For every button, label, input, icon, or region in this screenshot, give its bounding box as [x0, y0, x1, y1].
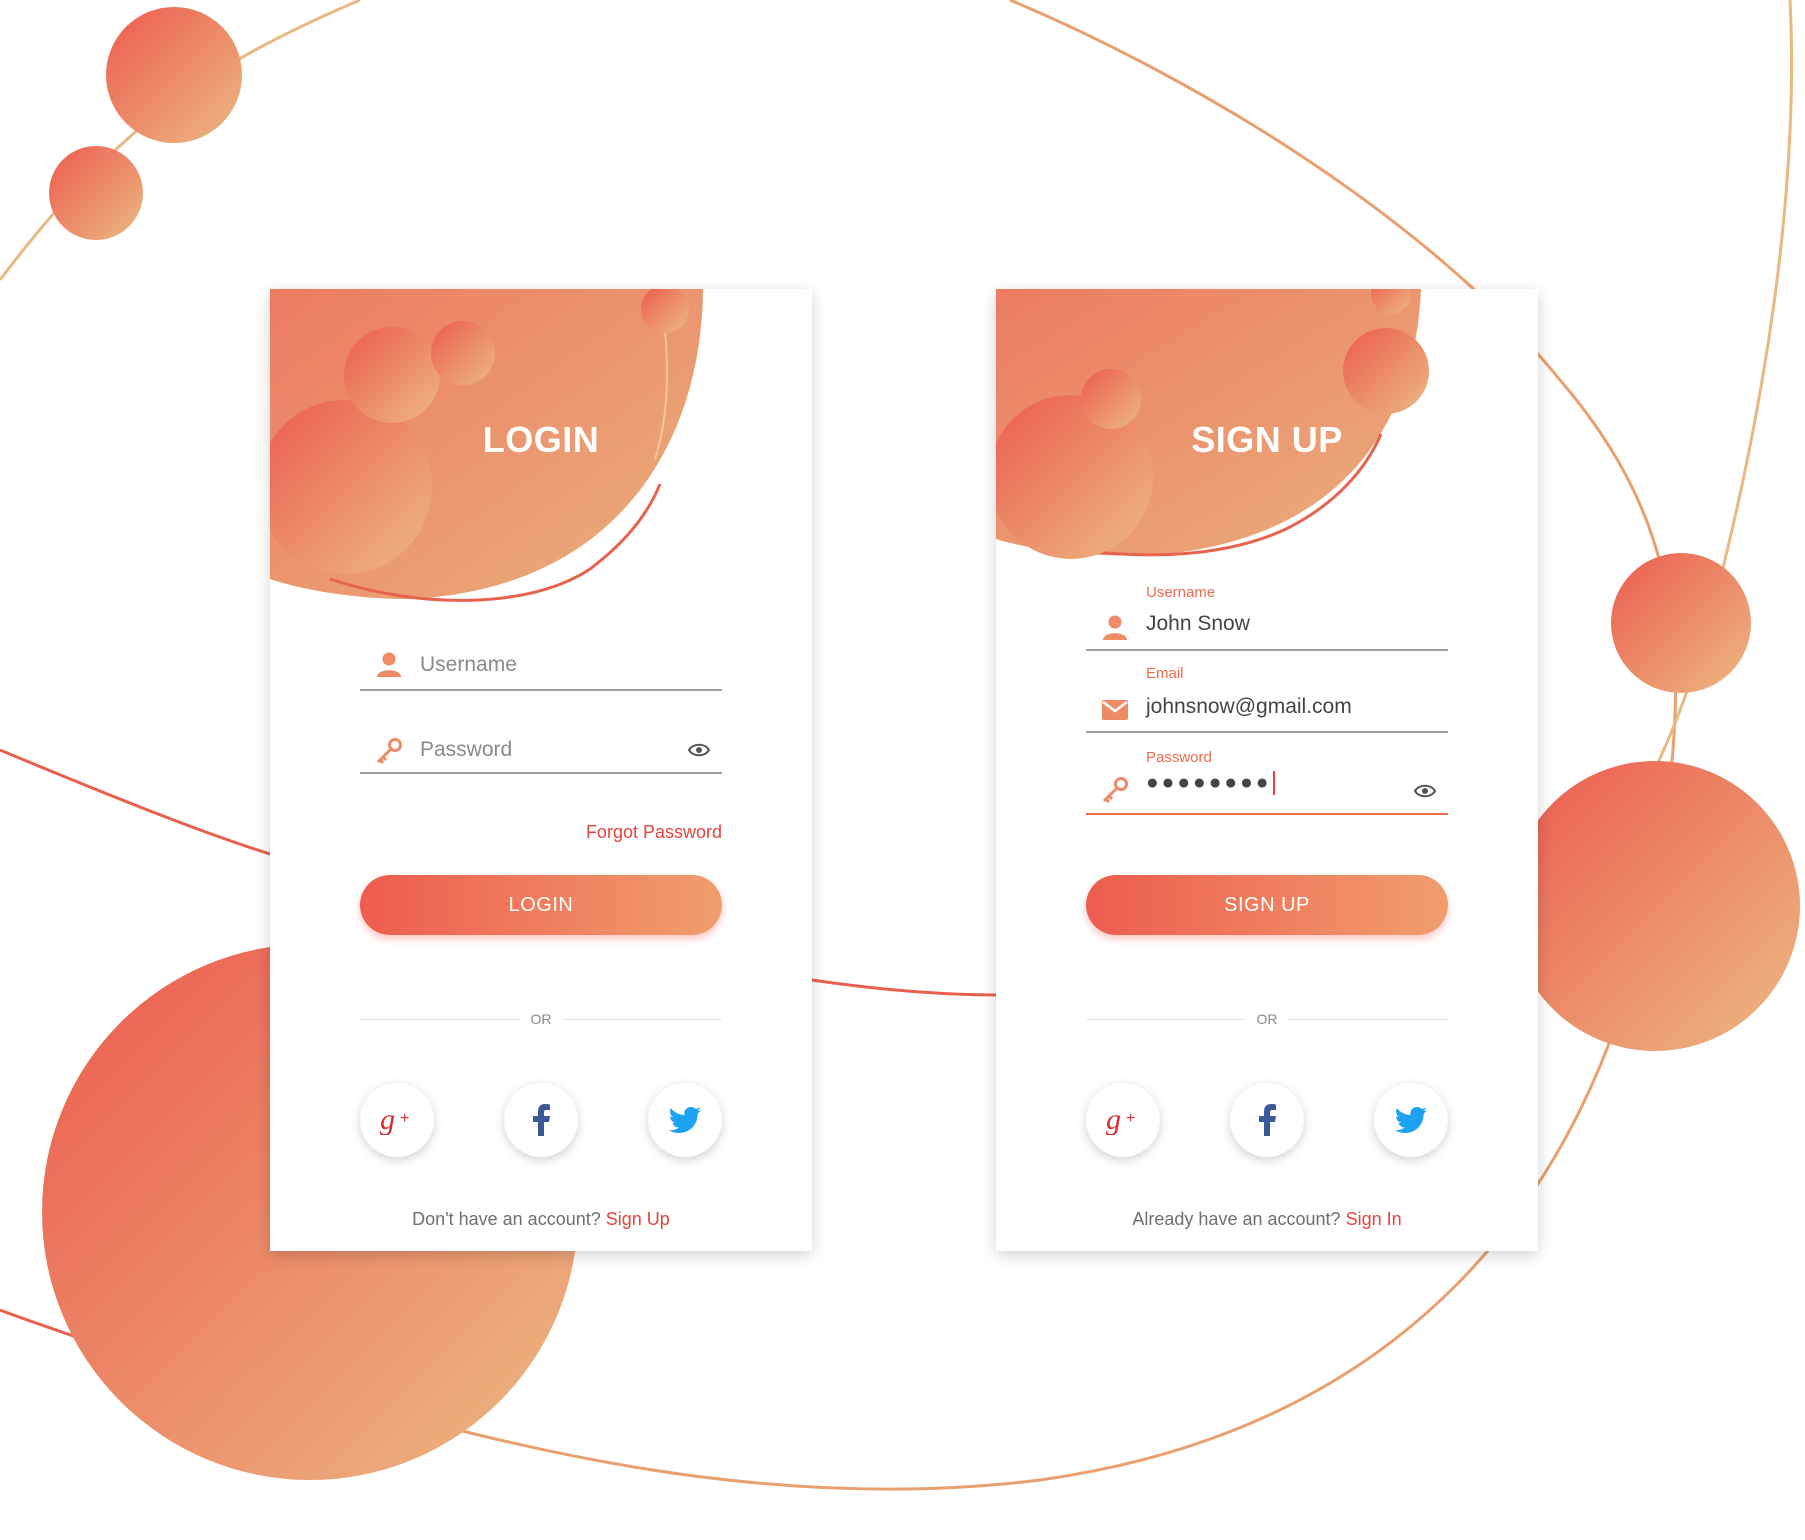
user-icon	[1103, 615, 1127, 640]
username-input[interactable]: Username	[420, 653, 517, 677]
svg-text:g: g	[380, 1105, 395, 1135]
username-underline	[1086, 649, 1448, 651]
signup-card: SIGN UP Username John Snow Email johnsno…	[996, 289, 1538, 1251]
signup-button[interactable]: SIGN UP	[1086, 875, 1448, 935]
facebook-icon	[533, 1104, 550, 1136]
google-plus-icon: g +	[380, 1105, 409, 1135]
forgot-password-link[interactable]: Forgot Password	[586, 822, 722, 843]
password-underline	[360, 772, 722, 774]
signup-password-field[interactable]: Password ●●●●●●●●	[1086, 749, 1448, 819]
google-plus-icon: g +	[1106, 1105, 1135, 1135]
svg-text:+: +	[400, 1110, 409, 1127]
eye-icon[interactable]	[1414, 783, 1436, 799]
twitter-icon	[669, 1107, 701, 1133]
password-input[interactable]: ●●●●●●●●	[1146, 771, 1276, 796]
twitter-icon	[1395, 1107, 1427, 1133]
username-field[interactable]: Username	[360, 641, 722, 691]
key-icon	[376, 738, 402, 765]
svg-text:g: g	[1106, 1105, 1121, 1135]
twitter-button[interactable]	[648, 1083, 722, 1157]
envelope-icon	[1102, 700, 1128, 720]
email-field[interactable]: Email johnsnow@gmail.com	[1086, 665, 1448, 735]
or-divider: OR	[360, 1009, 722, 1029]
password-underline	[1086, 813, 1448, 815]
svg-text:+: +	[1126, 1110, 1135, 1127]
password-label: Password	[1146, 749, 1212, 766]
signin-prompt-text: Already have an account?	[1132, 1209, 1341, 1229]
google-plus-button[interactable]: g +	[1086, 1083, 1160, 1157]
eye-icon[interactable]	[688, 742, 710, 758]
signup-prompt: Don't have an account? Sign Up	[270, 1209, 812, 1230]
user-icon	[377, 652, 401, 677]
or-divider: OR	[1086, 1009, 1448, 1029]
signin-link[interactable]: Sign In	[1346, 1209, 1402, 1229]
username-label: Username	[1146, 584, 1216, 601]
text-caret	[1273, 771, 1276, 796]
signin-prompt: Already have an account? Sign In	[996, 1209, 1538, 1230]
key-icon	[1102, 777, 1128, 804]
signup-link[interactable]: Sign Up	[606, 1209, 670, 1229]
username-underline	[360, 689, 722, 691]
facebook-button[interactable]	[504, 1083, 578, 1157]
email-input[interactable]: johnsnow@gmail.com	[1146, 695, 1352, 719]
signup-prompt-text: Don't have an account?	[412, 1209, 601, 1229]
login-title: LOGIN	[482, 419, 600, 460]
twitter-button[interactable]	[1374, 1083, 1448, 1157]
signup-username-field[interactable]: Username John Snow	[1086, 584, 1448, 654]
login-button[interactable]: LOGIN	[360, 875, 722, 935]
email-label: Email	[1146, 665, 1184, 682]
email-underline	[1086, 731, 1448, 733]
password-input[interactable]: Password	[420, 738, 512, 762]
facebook-icon	[1259, 1104, 1276, 1136]
username-input[interactable]: John Snow	[1146, 612, 1250, 636]
google-plus-button[interactable]: g +	[360, 1083, 434, 1157]
facebook-button[interactable]	[1230, 1083, 1304, 1157]
signup-title: SIGN UP	[1191, 419, 1343, 460]
password-field[interactable]: Password	[360, 724, 722, 774]
login-card: LOGIN Username Password Forgot Password …	[270, 289, 812, 1251]
